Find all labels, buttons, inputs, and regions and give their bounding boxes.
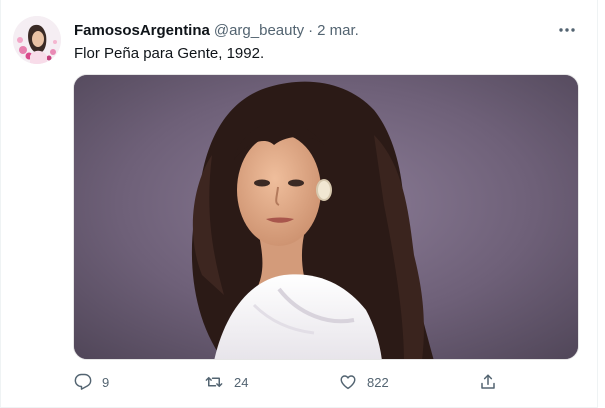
- display-name[interactable]: FamososArgentina: [74, 22, 210, 39]
- retweet-count: 24: [234, 374, 249, 390]
- tweet-actions: 9 24 822: [74, 370, 504, 394]
- tweet-text: Flor Peña para Gente, 1992.: [74, 45, 265, 62]
- tweet-photo[interactable]: [73, 74, 579, 360]
- share-button[interactable]: [479, 370, 497, 394]
- more-horizontal-icon: [559, 28, 575, 32]
- retweet-icon: [205, 376, 223, 388]
- heart-icon: [340, 375, 356, 390]
- user-handle[interactable]: @arg_beauty: [214, 22, 304, 39]
- tweet-header: FamososArgentina @arg_beauty · 2 mar.: [74, 20, 359, 40]
- reply-button[interactable]: 9: [74, 370, 109, 394]
- separator-dot: ·: [308, 21, 314, 39]
- tweet-card[interactable]: FamososArgentina @arg_beauty · 2 mar. Fl…: [0, 0, 598, 408]
- retweet-button[interactable]: 24: [204, 370, 248, 394]
- reply-count: 9: [102, 374, 110, 390]
- like-count: 822: [367, 374, 389, 390]
- avatar[interactable]: [13, 16, 61, 64]
- share-icon: [481, 374, 495, 389]
- tweet-date[interactable]: 2 mar.: [317, 22, 359, 39]
- avatar-image: [13, 16, 61, 64]
- photo-image: [74, 75, 578, 359]
- like-button[interactable]: 822: [339, 370, 389, 394]
- more-options-button[interactable]: [555, 18, 579, 42]
- reply-icon: [74, 373, 92, 390]
